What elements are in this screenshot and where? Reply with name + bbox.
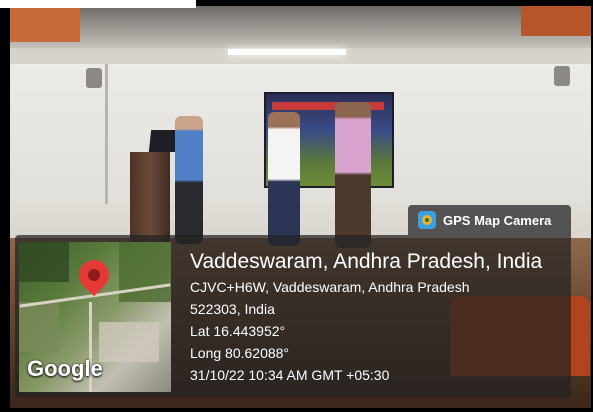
person-at-podium bbox=[175, 116, 203, 244]
address-line-2: 522303, India bbox=[190, 301, 275, 317]
location-details: Vaddeswaram, Andhra Pradesh, India CJVC+… bbox=[190, 248, 570, 386]
map-buildings bbox=[99, 322, 159, 362]
google-logo: Google bbox=[27, 356, 103, 381]
person-right bbox=[335, 102, 371, 248]
longitude: Long 80.62088° bbox=[190, 345, 290, 361]
wall-speaker bbox=[554, 66, 570, 86]
ceiling-beam bbox=[10, 6, 80, 42]
person-center bbox=[268, 112, 300, 246]
location-pin-icon bbox=[72, 253, 116, 297]
photo-frame: GPS Map Camera Google Vaddeswaram, Andhr… bbox=[0, 0, 593, 412]
podium bbox=[130, 152, 170, 248]
ceiling bbox=[10, 6, 591, 48]
map-field bbox=[19, 302, 59, 352]
timestamp: 31/10/22 10:34 AM GMT +05:30 bbox=[190, 367, 390, 383]
badge-label: GPS Map Camera bbox=[443, 212, 552, 228]
ceiling-beam bbox=[521, 6, 591, 36]
top-white-strip bbox=[0, 0, 196, 8]
map-field bbox=[19, 242, 69, 282]
location-title: Vaddeswaram, Andhra Pradesh, India bbox=[190, 250, 543, 273]
wall-pillar bbox=[105, 64, 108, 204]
address-line-1: CJVC+H6W, Vaddeswaram, Andhra Pradesh bbox=[190, 279, 470, 295]
wall-speaker bbox=[86, 68, 102, 88]
gps-map-camera-badge: GPS Map Camera bbox=[408, 205, 571, 235]
latitude: Lat 16.443952° bbox=[190, 323, 286, 339]
ceiling-light bbox=[228, 49, 346, 55]
gps-map-camera-app-icon bbox=[418, 211, 436, 229]
location-map-thumbnail: Google bbox=[19, 242, 171, 392]
map-field bbox=[119, 242, 171, 302]
